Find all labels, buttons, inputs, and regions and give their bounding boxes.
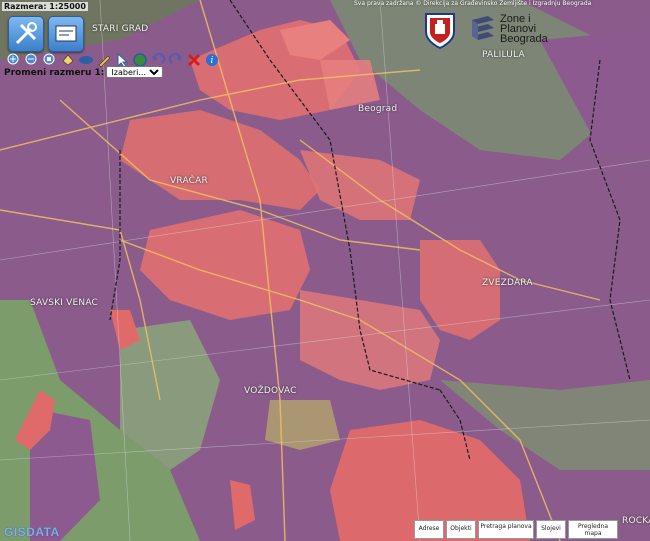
map-view[interactable]: Razmera: 1:25000 i Promeni razmeru 1: Iz… — [0, 0, 650, 541]
svg-text:i: i — [211, 56, 214, 66]
belgrade-coat-of-arms-icon — [425, 13, 455, 50]
map-window-button[interactable] — [48, 16, 84, 52]
district-label-vracar: VRAČAR — [170, 176, 208, 186]
scale-control: Promeni razmeru 1: Izaberi... — [4, 66, 164, 78]
tab-pregledna-mapa[interactable]: Pregledna mapa — [568, 520, 618, 539]
tab-objekti[interactable]: Objekti — [446, 520, 476, 539]
tab-adrese[interactable]: Adrese — [414, 520, 444, 539]
tab-pretraga-planova[interactable]: Pretraga planova — [478, 520, 534, 539]
district-label-savski-venac: SAVSKI VENAC — [30, 298, 99, 308]
brand-logo: GISDATA — [4, 525, 60, 539]
logo-line-3: Beograda — [500, 33, 548, 45]
logo-text: Zone i Planovi Beograda — [500, 14, 548, 45]
clear-icon[interactable] — [186, 52, 202, 68]
info-icon[interactable]: i — [204, 52, 220, 68]
redo-icon[interactable] — [168, 52, 184, 68]
scale-control-label: Promeni razmeru 1: — [4, 68, 105, 78]
scale-readout: Razmera: 1:25000 — [2, 2, 88, 11]
district-label-palilula: PALILULA — [482, 50, 525, 60]
district-label-zvezdara: ZVEZDARA — [482, 278, 533, 288]
map-window-icon — [55, 25, 77, 42]
district-label-stari-grad: STARI GRAD — [92, 24, 149, 34]
district-label-rakovica: ROCKA — [622, 516, 650, 526]
copyright-notice: Sva prava zadržana © Direkcija za Građev… — [354, 0, 592, 7]
place-label-beograd: Beograd — [358, 104, 398, 114]
scale-select[interactable]: Izaberi... — [106, 66, 164, 78]
map-toolbar: i — [4, 12, 264, 68]
tools-button[interactable] — [8, 16, 44, 52]
map-base-layer — [0, 0, 650, 541]
district-label-vozdovac: VOŽDOVAC — [244, 386, 297, 396]
tools-icon — [15, 22, 37, 45]
zone-logo-icon — [472, 16, 494, 40]
tab-slojevi[interactable]: Slojevi — [536, 520, 566, 539]
